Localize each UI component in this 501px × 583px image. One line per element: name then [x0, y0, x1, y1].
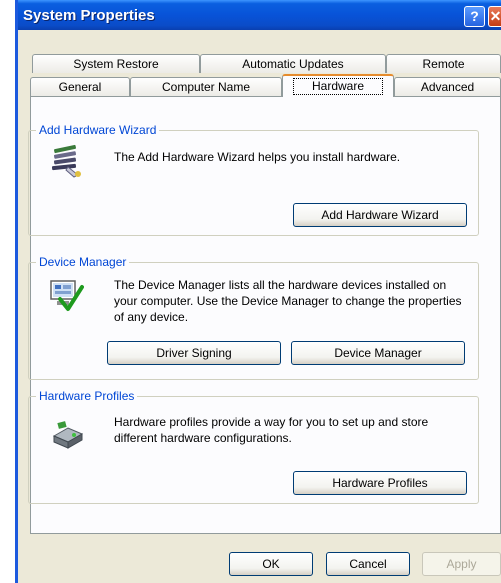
- window-title: System Properties: [23, 7, 155, 24]
- tab-hardware-label: Hardware: [292, 78, 384, 95]
- device-manager-description: The Device Manager lists all the hardwar…: [114, 278, 462, 324]
- hardware-profiles-description: Hardware profiles provide a way for you …: [114, 415, 429, 445]
- tab-remote[interactable]: Remote: [386, 54, 501, 73]
- hardware-wizard-icon: [48, 143, 84, 179]
- tab-computer-name[interactable]: Computer Name: [130, 77, 282, 96]
- tab-automatic-updates[interactable]: Automatic Updates: [200, 54, 386, 73]
- help-button[interactable]: ?: [464, 6, 485, 27]
- tab-advanced[interactable]: Advanced: [394, 77, 501, 96]
- add-hardware-wizard-button[interactable]: Add Hardware Wizard: [293, 203, 467, 227]
- tab-hardware[interactable]: Hardware: [282, 74, 394, 97]
- ok-button[interactable]: OK: [229, 552, 313, 576]
- tab-system-restore[interactable]: System Restore: [32, 54, 200, 73]
- hardware-wizard-description: The Add Hardware Wizard helps you instal…: [114, 150, 401, 164]
- hardware-profiles-icon: [50, 416, 86, 452]
- cancel-button[interactable]: Cancel: [326, 552, 410, 576]
- group-title-hardware-profiles: Hardware Profiles: [36, 389, 138, 403]
- title-bar[interactable]: System Properties ? ✕: [18, 0, 501, 30]
- device-manager-button[interactable]: Device Manager: [291, 341, 465, 365]
- device-manager-icon: [48, 277, 84, 313]
- driver-signing-button[interactable]: Driver Signing: [107, 341, 281, 365]
- apply-button[interactable]: Apply: [422, 552, 501, 576]
- group-title-add-hardware-wizard: Add Hardware Wizard: [36, 123, 160, 137]
- close-button[interactable]: ✕: [488, 6, 501, 27]
- tab-general[interactable]: General: [30, 77, 130, 96]
- hardware-profiles-button[interactable]: Hardware Profiles: [293, 471, 467, 495]
- group-title-device-manager: Device Manager: [36, 255, 130, 269]
